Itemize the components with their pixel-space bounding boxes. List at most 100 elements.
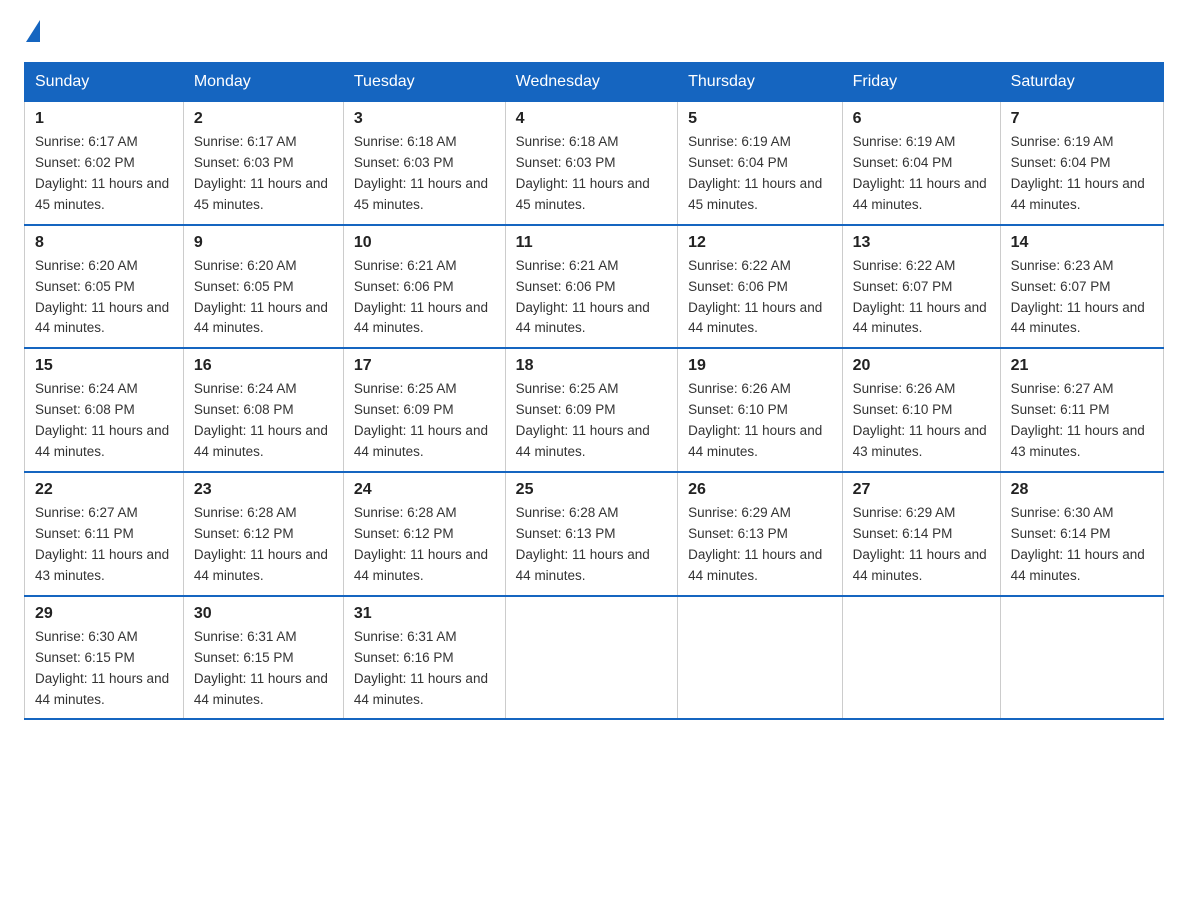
day-detail: Sunrise: 6:24 AMSunset: 6:08 PMDaylight:… [35, 379, 173, 463]
day-detail: Sunrise: 6:25 AMSunset: 6:09 PMDaylight:… [354, 379, 495, 463]
day-detail: Sunrise: 6:19 AMSunset: 6:04 PMDaylight:… [1011, 132, 1153, 216]
day-number: 4 [516, 110, 667, 128]
page-header [24, 24, 1164, 42]
calendar-cell: 21Sunrise: 6:27 AMSunset: 6:11 PMDayligh… [1000, 348, 1163, 472]
day-number: 24 [354, 481, 495, 499]
day-number: 28 [1011, 481, 1153, 499]
day-detail: Sunrise: 6:27 AMSunset: 6:11 PMDaylight:… [35, 503, 173, 587]
day-number: 22 [35, 481, 173, 499]
day-number: 11 [516, 234, 667, 252]
day-detail: Sunrise: 6:30 AMSunset: 6:14 PMDaylight:… [1011, 503, 1153, 587]
day-number: 6 [853, 110, 990, 128]
calendar-cell: 31 Sunrise: 6:31 AMSunset: 6:16 PMDayligh… [343, 596, 505, 720]
calendar-table: SundayMondayTuesdayWednesdayThursdayFrid… [24, 62, 1164, 720]
day-detail: Sunrise: 6:28 AMSunset: 6:12 PMDaylight:… [354, 503, 495, 587]
day-number: 23 [194, 481, 333, 499]
calendar-cell: 9 Sunrise: 6:20 AMSunset: 6:05 PMDaylight… [183, 225, 343, 349]
calendar-cell: 8 Sunrise: 6:20 AMSunset: 6:05 PMDaylight… [25, 225, 184, 349]
calendar-cell: 26 Sunrise: 6:29 AMSunset: 6:13 PMDayligh… [678, 472, 842, 596]
calendar-cell: 23 Sunrise: 6:28 AMSunset: 6:12 PMDayligh… [183, 472, 343, 596]
calendar-cell: 12Sunrise: 6:22 AMSunset: 6:06 PMDayligh… [678, 225, 842, 349]
day-number: 3 [354, 110, 495, 128]
day-number: 13 [853, 234, 990, 252]
day-detail: Sunrise: 6:27 AMSunset: 6:11 PMDaylight:… [1011, 379, 1153, 463]
day-number: 10 [354, 234, 495, 252]
day-detail: Sunrise: 6:31 AMSunset: 6:15 PMDaylight:… [194, 627, 333, 711]
calendar-cell: 28 Sunrise: 6:30 AMSunset: 6:14 PMDayligh… [1000, 472, 1163, 596]
day-detail: Sunrise: 6:26 AMSunset: 6:10 PMDaylight:… [688, 379, 831, 463]
calendar-cell: 3 Sunrise: 6:18 AMSunset: 6:03 PMDaylight… [343, 102, 505, 225]
day-number: 16 [194, 357, 333, 375]
calendar-cell: 1 Sunrise: 6:17 AMSunset: 6:02 PMDaylight… [25, 102, 184, 225]
day-number: 8 [35, 234, 173, 252]
calendar-cell: 5Sunrise: 6:19 AMSunset: 6:04 PMDaylight… [678, 102, 842, 225]
day-detail: Sunrise: 6:21 AMSunset: 6:06 PMDaylight:… [354, 256, 495, 340]
day-detail: Sunrise: 6:17 AMSunset: 6:03 PMDaylight:… [194, 132, 333, 216]
day-number: 29 [35, 605, 173, 623]
day-number: 7 [1011, 110, 1153, 128]
calendar-cell: 10 Sunrise: 6:21 AMSunset: 6:06 PMDayligh… [343, 225, 505, 349]
day-detail: Sunrise: 6:22 AMSunset: 6:07 PMDaylight:… [853, 256, 990, 340]
col-header-tuesday: Tuesday [343, 63, 505, 102]
calendar-cell [505, 596, 677, 720]
col-header-wednesday: Wednesday [505, 63, 677, 102]
col-header-saturday: Saturday [1000, 63, 1163, 102]
day-detail: Sunrise: 6:28 AMSunset: 6:13 PMDaylight:… [516, 503, 667, 587]
day-number: 9 [194, 234, 333, 252]
day-detail: Sunrise: 6:18 AMSunset: 6:03 PMDaylight:… [354, 132, 495, 216]
week-row-4: 22 Sunrise: 6:27 AMSunset: 6:11 PMDayligh… [25, 472, 1164, 596]
calendar-cell [1000, 596, 1163, 720]
calendar-cell: 27Sunrise: 6:29 AMSunset: 6:14 PMDayligh… [842, 472, 1000, 596]
calendar-cell: 15Sunrise: 6:24 AMSunset: 6:08 PMDayligh… [25, 348, 184, 472]
calendar-cell: 19 Sunrise: 6:26 AMSunset: 6:10 PMDayligh… [678, 348, 842, 472]
day-number: 20 [853, 357, 990, 375]
day-detail: Sunrise: 6:18 AMSunset: 6:03 PMDaylight:… [516, 132, 667, 216]
day-detail: Sunrise: 6:19 AMSunset: 6:04 PMDaylight:… [853, 132, 990, 216]
calendar-cell: 11 Sunrise: 6:21 AMSunset: 6:06 PMDayligh… [505, 225, 677, 349]
calendar-cell: 2 Sunrise: 6:17 AMSunset: 6:03 PMDaylight… [183, 102, 343, 225]
calendar-cell: 24 Sunrise: 6:28 AMSunset: 6:12 PMDayligh… [343, 472, 505, 596]
col-header-sunday: Sunday [25, 63, 184, 102]
calendar-cell: 17Sunrise: 6:25 AMSunset: 6:09 PMDayligh… [343, 348, 505, 472]
day-detail: Sunrise: 6:21 AMSunset: 6:06 PMDaylight:… [516, 256, 667, 340]
day-number: 12 [688, 234, 831, 252]
calendar-header-row: SundayMondayTuesdayWednesdayThursdayFrid… [25, 63, 1164, 102]
calendar-cell: 18 Sunrise: 6:25 AMSunset: 6:09 PMDayligh… [505, 348, 677, 472]
calendar-cell [678, 596, 842, 720]
day-detail: Sunrise: 6:25 AMSunset: 6:09 PMDaylight:… [516, 379, 667, 463]
day-number: 26 [688, 481, 831, 499]
day-number: 31 [354, 605, 495, 623]
day-detail: Sunrise: 6:23 AMSunset: 6:07 PMDaylight:… [1011, 256, 1153, 340]
day-detail: Sunrise: 6:29 AMSunset: 6:14 PMDaylight:… [853, 503, 990, 587]
calendar-cell: 30Sunrise: 6:31 AMSunset: 6:15 PMDayligh… [183, 596, 343, 720]
calendar-cell [842, 596, 1000, 720]
day-detail: Sunrise: 6:28 AMSunset: 6:12 PMDaylight:… [194, 503, 333, 587]
calendar-cell: 7 Sunrise: 6:19 AMSunset: 6:04 PMDaylight… [1000, 102, 1163, 225]
calendar-cell: 22 Sunrise: 6:27 AMSunset: 6:11 PMDayligh… [25, 472, 184, 596]
day-detail: Sunrise: 6:20 AMSunset: 6:05 PMDaylight:… [194, 256, 333, 340]
day-number: 14 [1011, 234, 1153, 252]
calendar-cell: 14 Sunrise: 6:23 AMSunset: 6:07 PMDayligh… [1000, 225, 1163, 349]
calendar-cell: 25 Sunrise: 6:28 AMSunset: 6:13 PMDayligh… [505, 472, 677, 596]
day-detail: Sunrise: 6:17 AMSunset: 6:02 PMDaylight:… [35, 132, 173, 216]
calendar-cell: 29Sunrise: 6:30 AMSunset: 6:15 PMDayligh… [25, 596, 184, 720]
day-number: 1 [35, 110, 173, 128]
day-number: 19 [688, 357, 831, 375]
day-number: 2 [194, 110, 333, 128]
day-detail: Sunrise: 6:31 AMSunset: 6:16 PMDaylight:… [354, 627, 495, 711]
day-detail: Sunrise: 6:20 AMSunset: 6:05 PMDaylight:… [35, 256, 173, 340]
calendar-cell: 4 Sunrise: 6:18 AMSunset: 6:03 PMDaylight… [505, 102, 677, 225]
week-row-1: 1 Sunrise: 6:17 AMSunset: 6:02 PMDaylight… [25, 102, 1164, 225]
day-number: 25 [516, 481, 667, 499]
logo-triangle-icon [26, 20, 40, 42]
day-detail: Sunrise: 6:29 AMSunset: 6:13 PMDaylight:… [688, 503, 831, 587]
calendar-cell: 13 Sunrise: 6:22 AMSunset: 6:07 PMDayligh… [842, 225, 1000, 349]
calendar-cell: 6 Sunrise: 6:19 AMSunset: 6:04 PMDaylight… [842, 102, 1000, 225]
week-row-3: 15Sunrise: 6:24 AMSunset: 6:08 PMDayligh… [25, 348, 1164, 472]
week-row-2: 8 Sunrise: 6:20 AMSunset: 6:05 PMDaylight… [25, 225, 1164, 349]
day-detail: Sunrise: 6:26 AMSunset: 6:10 PMDaylight:… [853, 379, 990, 463]
col-header-monday: Monday [183, 63, 343, 102]
col-header-friday: Friday [842, 63, 1000, 102]
calendar-cell: 16Sunrise: 6:24 AMSunset: 6:08 PMDayligh… [183, 348, 343, 472]
day-number: 18 [516, 357, 667, 375]
